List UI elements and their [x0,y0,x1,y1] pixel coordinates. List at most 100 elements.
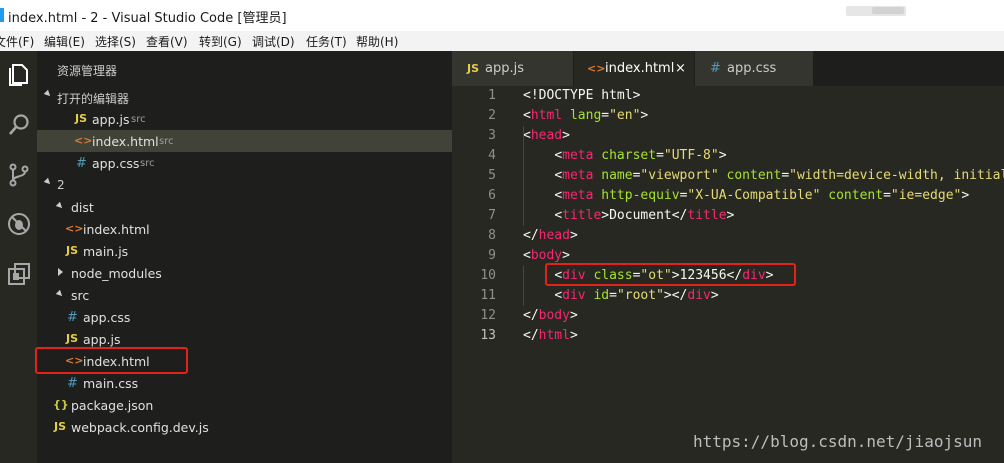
code-line[interactable]: 7 <title>Document</title> [452,207,1004,227]
code-token-punct: > [569,308,578,323]
close-icon[interactable]: × [675,61,686,76]
css-file-icon: # [67,376,78,391]
code-token-attr: lang [569,108,602,123]
tree-item-label: main.css [83,376,139,391]
code-token-str: "root" [616,288,664,303]
tree-file-dist-index-html[interactable]: <> index.html [37,218,452,240]
code-line[interactable]: 6 <meta http-equiv = "X-UA-Compatible" con… [452,187,1004,207]
line-number: 12 [480,308,496,323]
code-token-tag: title [687,208,727,223]
menu-debug[interactable]: 调试(D) [252,31,295,50]
search-icon[interactable] [0,105,37,145]
code-line[interactable]: 13 </html> [452,327,1004,347]
code-token-punct: > [961,188,970,203]
code-text: </html> [523,328,578,343]
workspace-label: 2 [57,178,65,192]
code-text: </head> [523,228,578,243]
source-control-icon[interactable] [0,155,37,195]
code-token-str: "viewport" [640,168,719,183]
workspace-header[interactable]: 2 [37,174,452,196]
code-line[interactable]: 4 <meta charset="UTF-8"> [452,147,1004,167]
tree-folder-src[interactable]: src [37,284,452,306]
line-number: 8 [488,228,496,243]
code-line[interactable]: 11 <div id="root"></div> [452,287,1004,307]
code-line[interactable]: 5 <meta name="viewport" content="width=d… [452,167,1004,187]
code-token-str: "ie=edge" [890,188,962,203]
js-file-icon: JS [66,332,79,345]
highlight-box-div-ot [545,263,796,286]
code-token-tag: div [687,288,711,303]
code-token-punct: > [718,148,727,163]
tree-folder-dist[interactable]: dist [37,196,452,218]
explorer-icon[interactable] [0,55,37,95]
js-file-icon: JS [66,244,79,257]
line-number: 4 [488,148,496,163]
vscode-logo-icon [0,8,4,22]
indent-guide-body [523,266,524,306]
tree-file-main-css[interactable]: # main.css [37,372,452,394]
open-editors-header[interactable]: 打开的编辑器 [37,86,452,108]
js-file-icon: JS [54,420,67,433]
chevron-down-icon [55,289,65,299]
tree-file-package-json[interactable]: {} package.json [37,394,452,416]
tree-item-label: main.js [83,244,129,259]
menu-edit[interactable]: 编辑(E) [44,31,85,50]
code-line[interactable]: 8 </head> [452,227,1004,247]
code-token-punct: < [554,168,563,183]
tab-label: index.html [605,61,675,76]
tab-app-css[interactable]: # app.css [695,51,813,86]
css-file-icon: # [710,61,721,76]
tree-file-app-css[interactable]: # app.css [37,306,452,328]
menu-view[interactable]: 查看(V) [146,31,188,50]
tree-file-webpack-config[interactable]: JS webpack.config.dev.js [37,416,452,438]
code-token-punct: </ [523,308,539,323]
open-editor-index-html[interactable]: <> index.html src [37,130,452,152]
code-text: <meta charset="UTF-8"> [523,148,727,163]
code-token-punct: = [656,148,664,163]
tree-item-label: app.js [83,332,121,347]
code-token-punct: < [523,128,531,143]
debug-icon[interactable] [0,204,37,244]
menu-selection[interactable]: 选择(S) [95,31,136,50]
title-bar-blurred-area-inner [872,7,904,14]
code-line[interactable]: 12 </body> [452,307,1004,327]
code-token-punct: = [781,168,790,183]
menu-go[interactable]: 转到(G) [199,31,242,50]
code-token-punct: < [523,108,531,123]
code-token-str: "width=device-width, initial-scale=1.0" [789,168,1004,183]
code-text: <meta name="viewport" content="width=dev… [523,168,1004,183]
json-file-icon: {} [53,398,69,411]
chevron-down-icon [43,177,53,187]
code-token-str: "en" [609,108,641,123]
open-editor-folder-hint: src [140,158,155,169]
code-token-attr: content [726,168,782,183]
menu-tasks[interactable]: 任务(T) [306,31,347,50]
chevron-down-icon [43,89,53,99]
code-line[interactable]: 3 <head> [452,127,1004,147]
tree-folder-node-modules[interactable]: node_modules [37,262,452,284]
open-editors-label: 打开的编辑器 [57,92,130,106]
tab-label: app.js [485,61,524,76]
extensions-icon[interactable] [0,254,37,294]
code-token-tag: body [530,248,563,263]
tab-index-html[interactable]: <> index.html × [574,51,694,86]
tab-app-js[interactable]: JS app.js [452,51,573,86]
code-line[interactable]: 1 <!DOCTYPE html> [452,87,1004,107]
code-text: <div id="root"></div> [523,288,719,303]
menu-help[interactable]: 帮助(H) [356,31,398,50]
code-editor[interactable]: 1 <!DOCTYPE html> 2 <html lang="en"> 3 <head>… [452,86,1004,463]
html-file-icon: <> [74,134,93,147]
code-token-attr: name [601,168,633,183]
code-token-attr: charset [601,148,657,163]
line-number: 11 [480,288,496,303]
menu-file[interactable]: 文件(F) [0,31,34,50]
open-editor-app-js[interactable]: JS app.js src [37,108,452,130]
code-line[interactable]: 2 <html lang="en"> [452,107,1004,127]
html-file-icon: <> [65,222,84,235]
tree-file-main-js[interactable]: JS main.js [37,240,452,262]
code-token-tag: body [538,308,570,323]
highlight-box-index-html [35,347,188,374]
code-token-punct: > [710,288,719,303]
open-editor-app-css[interactable]: # app.css src [37,152,452,174]
